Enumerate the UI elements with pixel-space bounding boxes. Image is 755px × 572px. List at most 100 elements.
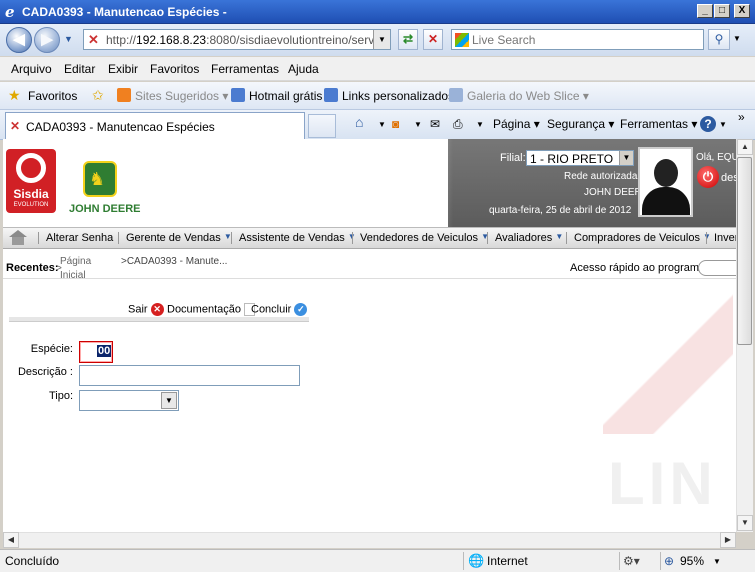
nav-label: Gerente de Vendas	[126, 232, 221, 244]
history-dropdown-icon[interactable]: ▼	[64, 34, 73, 44]
address-field[interactable]: ✕ http://192.168.8.23:8080/sisdiaevoluti…	[83, 29, 391, 50]
protected-mode-icon[interactable]: ⚙▾	[623, 554, 640, 568]
address-dropdown-button[interactable]: ▼	[373, 30, 390, 49]
watermark-shape	[603, 294, 733, 434]
chevron-down-icon: ▼	[619, 151, 633, 165]
scroll-left-button[interactable]: ◀	[3, 532, 19, 548]
address-url: http://192.168.8.23:8080/sisdiaevolution…	[106, 33, 376, 47]
user-avatar[interactable]	[638, 147, 693, 217]
quick-access-input[interactable]	[698, 260, 736, 276]
menu-exibir[interactable]: Exibir	[108, 62, 138, 76]
horizontal-scrollbar[interactable]	[3, 532, 736, 548]
filial-select[interactable]: 1 - RIO PRETO ▼	[526, 150, 634, 166]
zoom-dropdown-icon[interactable]: ▼	[713, 557, 721, 566]
search-input[interactable]	[472, 32, 697, 47]
tab-favicon-icon: ✕	[10, 119, 21, 133]
exit-icon: ✕	[150, 303, 164, 316]
favorites-button[interactable]: Favoritos	[28, 89, 77, 103]
search-box[interactable]	[451, 29, 704, 50]
current-date: quarta-feira, 25 de abril de 2012	[489, 205, 632, 216]
tipo-label: Tipo:	[48, 390, 73, 402]
tab-current[interactable]: ✕ CADA0393 - Manutencao Espécies	[5, 112, 305, 139]
print-icon[interactable]: ⎙	[453, 117, 463, 132]
sisdia-logo-name: Sisdia	[13, 187, 49, 201]
help-dropdown-icon[interactable]: ▼	[719, 120, 727, 129]
nav-label: Compradores de Veiculos	[574, 232, 700, 244]
nav-label: Alterar Senha	[46, 232, 114, 244]
add-favorite-icon[interactable]: ✩	[92, 87, 104, 104]
john-deere-logo-text: JOHN DEERE	[69, 203, 141, 215]
suggested-sites-icon	[117, 88, 131, 102]
menu-editar[interactable]: Editar	[64, 62, 95, 76]
crumb-pagina-inicial-1[interactable]: Página	[60, 256, 91, 267]
url-host: 192.168.8.23	[136, 33, 207, 47]
menu-ferramentas[interactable]: Ferramentas	[211, 62, 279, 76]
ie-icon: e	[5, 3, 15, 21]
menu-arquivo[interactable]: Arquivo	[11, 62, 52, 76]
crumb-cada0393[interactable]: >CADA0393 - Manute...	[121, 256, 227, 267]
sisdia-q-icon	[16, 153, 46, 183]
new-tab-button[interactable]	[308, 114, 336, 138]
chevron-right-icon[interactable]: »	[738, 110, 745, 124]
nav-alterar-senha[interactable]: Alterar Senha	[38, 232, 113, 244]
cmd-ferramentas[interactable]: Ferramentas ▾	[620, 117, 697, 131]
crumb-pagina-inicial-2[interactable]: Inicial	[60, 270, 86, 281]
scroll-down-button[interactable]: ▼	[737, 515, 753, 531]
fav-links[interactable]: Links personalizados	[342, 89, 454, 103]
sair-label: Sair	[128, 303, 148, 316]
especie-field[interactable]: 00	[79, 341, 113, 363]
home-nav-icon[interactable]	[7, 230, 27, 246]
logout-power-icon[interactable]: ⏻	[697, 166, 719, 188]
cmd-seguranca[interactable]: Segurança ▾	[547, 117, 614, 131]
back-button[interactable]: ◀	[6, 27, 32, 53]
tipo-select[interactable]: ▼	[79, 390, 179, 411]
help-icon[interactable]: ?	[700, 116, 716, 132]
vertical-scroll-thumb[interactable]	[737, 157, 752, 345]
concluir-label: Concluir	[251, 303, 292, 316]
menu-favoritos[interactable]: Favoritos	[150, 62, 199, 76]
nav-assistente-vendas[interactable]: Assistente de Vendas ▼	[231, 232, 356, 244]
print-dropdown-icon[interactable]: ▼	[476, 120, 484, 129]
close-button[interactable]: X	[734, 4, 750, 18]
fav-sites-sugeridos[interactable]: Sites Sugeridos ▾	[135, 89, 228, 103]
nav-avaliadores[interactable]: Avaliadores ▼	[487, 232, 563, 244]
concluir-button[interactable]: Concluir ✓	[251, 303, 308, 316]
status-bar: Concluído 🌐 Internet ⚙▾ ⊕ 95% ▼	[0, 549, 755, 572]
filial-label: Filial:	[500, 152, 526, 164]
tab-title: CADA0393 - Manutencao Espécies	[26, 120, 215, 134]
documentacao-button[interactable]: Documentação	[167, 303, 256, 316]
home-icon[interactable]: ⌂	[355, 114, 363, 130]
divider	[3, 278, 736, 279]
stop-button[interactable]: ✕	[423, 29, 443, 50]
main-nav: Alterar Senha Gerente de Vendas ▼ Assist…	[3, 227, 736, 249]
search-options-icon[interactable]: ▼	[733, 34, 741, 43]
search-go-button[interactable]: ⚲	[708, 29, 730, 50]
nav-vendedores-veiculos[interactable]: Vendedores de Veiculos ▼	[352, 232, 489, 244]
especie-label: Espécie:	[30, 343, 73, 355]
sair-button[interactable]: Sair ✕	[128, 303, 164, 316]
scroll-right-button[interactable]: ▶	[720, 532, 736, 548]
scroll-up-button[interactable]: ▲	[737, 139, 753, 155]
zoom-icon[interactable]: ⊕	[664, 554, 674, 568]
filial-value: 1 - RIO PRETO	[530, 152, 614, 166]
home-dropdown-icon[interactable]: ▼	[378, 120, 386, 129]
logout-link[interactable]: des	[721, 172, 736, 184]
mail-icon[interactable]: ✉	[430, 117, 440, 131]
maximize-button[interactable]: □	[714, 4, 730, 18]
fav-web-slice[interactable]: Galeria do Web Slice ▾	[467, 89, 589, 103]
zoom-level[interactable]: 95%	[680, 554, 704, 568]
fav-hotmail[interactable]: Hotmail grátis	[249, 89, 322, 103]
nav-compradores-veiculos[interactable]: Compradores de Veiculos ▼	[566, 232, 711, 244]
nav-gerente-vendas[interactable]: Gerente de Vendas ▼	[118, 232, 232, 244]
feeds-icon[interactable]: ◙	[392, 117, 399, 131]
web-slice-icon	[449, 88, 463, 102]
feeds-dropdown-icon[interactable]: ▼	[414, 120, 422, 129]
menu-ajuda[interactable]: Ajuda	[288, 62, 319, 76]
nav-label: Vendedores de Veiculos	[360, 232, 479, 244]
nav-inver[interactable]: Inver	[706, 232, 736, 244]
minimize-button[interactable]: _	[697, 4, 713, 18]
cmd-pagina[interactable]: Página ▾	[493, 117, 540, 131]
descricao-field[interactable]	[79, 365, 300, 386]
forward-button[interactable]: ▶	[34, 27, 60, 53]
refresh-button[interactable]: ⇄	[398, 29, 418, 50]
